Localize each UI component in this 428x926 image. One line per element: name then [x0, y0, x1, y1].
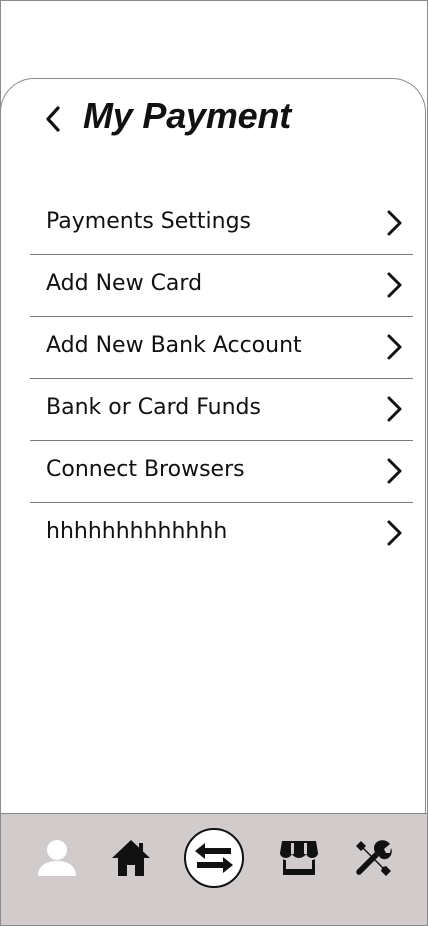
page-title: My Payment [83, 95, 292, 136]
tab-transfer[interactable] [184, 828, 244, 888]
chevron-right-icon [387, 210, 402, 236]
chevron-left-icon [46, 106, 60, 132]
home-icon [112, 840, 150, 876]
menu-item-label: hhhhhhhhhhhhh [46, 519, 228, 544]
tab-home[interactable] [107, 836, 155, 880]
user-icon [38, 840, 76, 876]
menu-item-hhhh[interactable]: hhhhhhhhhhhhh [30, 503, 413, 564]
menu-item-add-new-bank-account[interactable]: Add New Bank Account [30, 317, 413, 379]
back-button[interactable] [38, 102, 68, 136]
chevron-right-icon [387, 458, 402, 484]
tab-tools[interactable] [349, 836, 397, 880]
chevron-right-icon [387, 334, 402, 360]
menu-item-payments-settings[interactable]: Payments Settings [30, 193, 413, 255]
payment-menu: Payments Settings Add New Card Add New B… [30, 193, 413, 564]
bottom-tab-bar [1, 813, 427, 925]
menu-item-label: Connect Browsers [46, 457, 245, 482]
store-icon [280, 841, 318, 875]
chevron-right-icon [387, 396, 402, 422]
menu-item-label: Bank or Card Funds [46, 395, 261, 420]
chevron-right-icon [387, 520, 402, 546]
tools-icon [356, 840, 392, 876]
chevron-right-icon [387, 272, 402, 298]
menu-item-label: Add New Bank Account [46, 333, 302, 358]
menu-item-add-new-card[interactable]: Add New Card [30, 255, 413, 317]
tab-store[interactable] [276, 836, 322, 880]
menu-item-label: Add New Card [46, 271, 203, 296]
tab-profile[interactable] [31, 836, 83, 880]
transfer-arrows-icon [195, 843, 233, 873]
menu-item-bank-or-card-funds[interactable]: Bank or Card Funds [30, 379, 413, 441]
menu-item-label: Payments Settings [46, 209, 252, 234]
page-header: My Payment [0, 96, 426, 140]
menu-item-connect-browsers[interactable]: Connect Browsers [30, 441, 413, 503]
